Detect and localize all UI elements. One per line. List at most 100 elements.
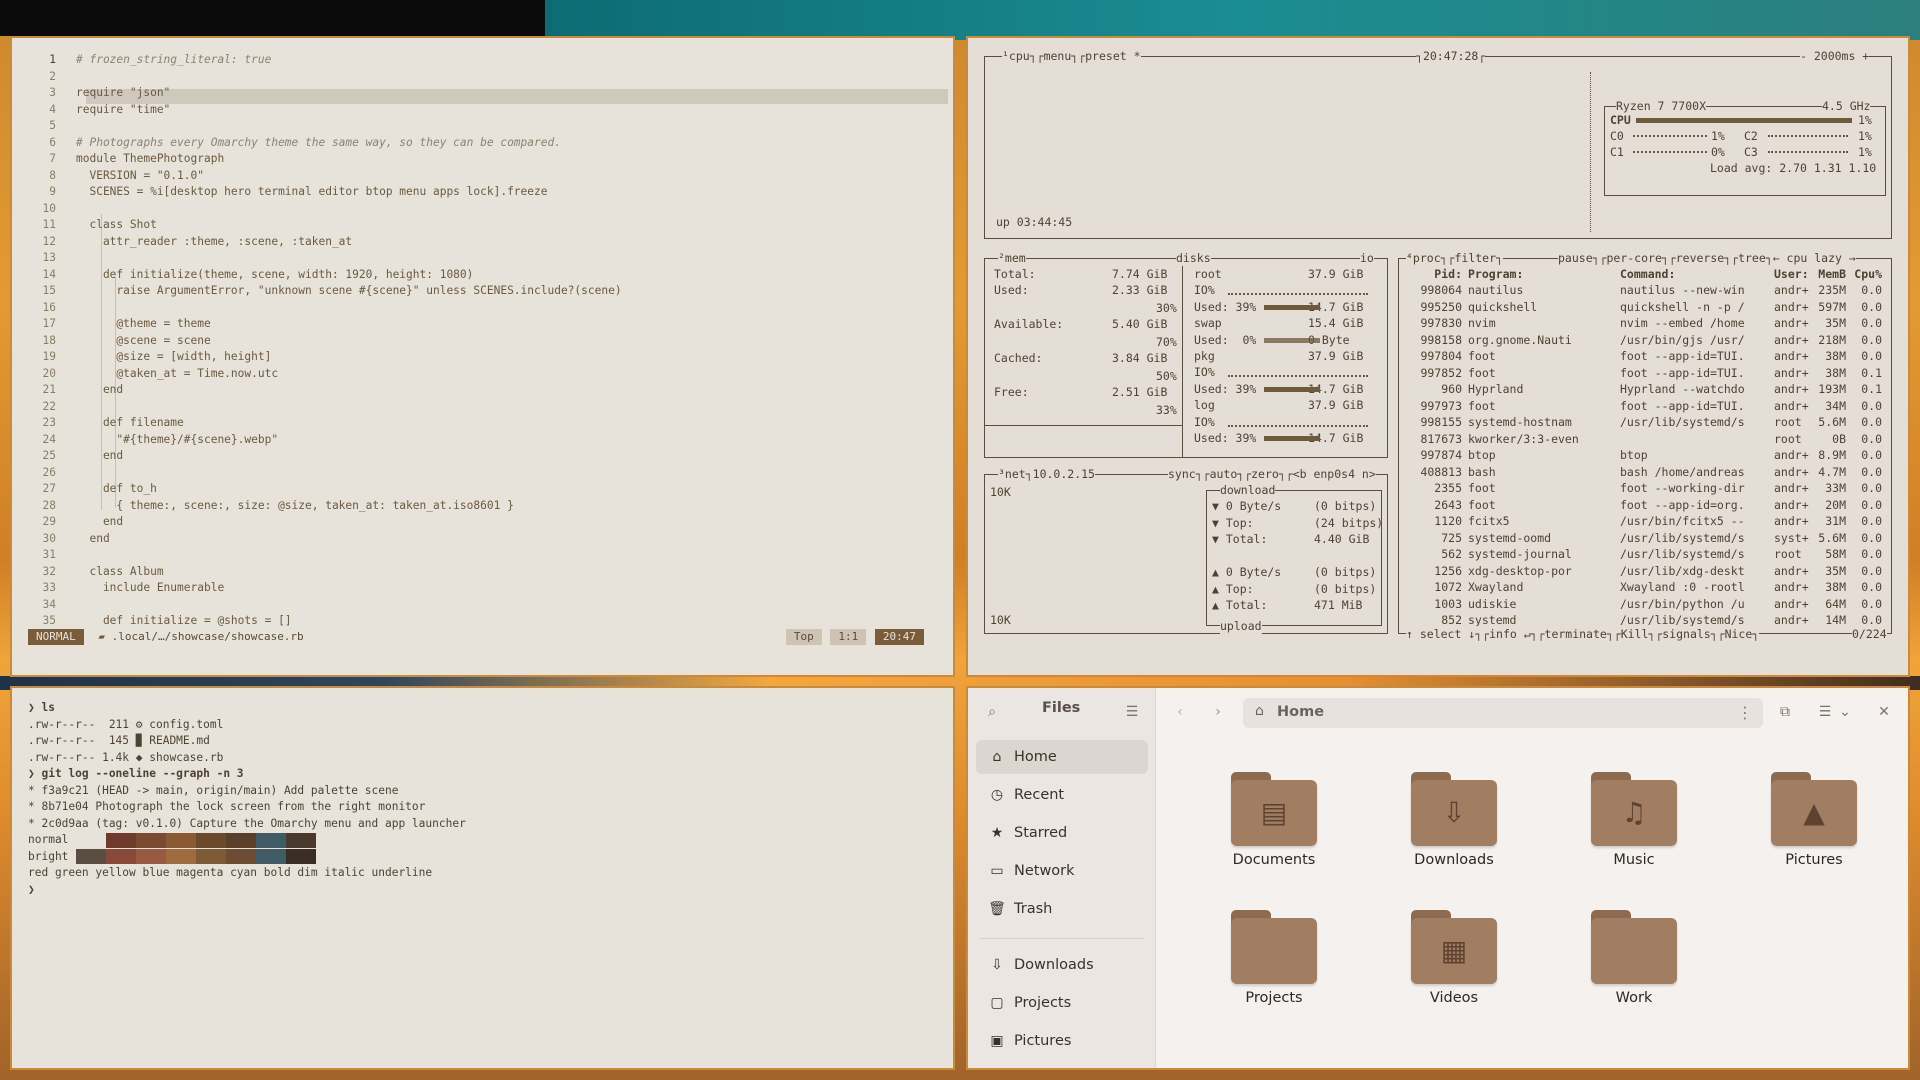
proc-column-header[interactable]: Command: [1620,266,1770,282]
sidebar-item-recent[interactable]: ◷ Recent [976,778,1148,812]
proc-cell: 35M [1825,563,1846,578]
terminal-window[interactable]: ❯ ls .rw-r--r-- 211 ⚙ config.toml .rw-r--r… [10,686,955,1070]
proc-cell[interactable]: 997852 [1414,365,1462,381]
upload-stat-value: (0 bitps) [1314,581,1377,596]
proc-cell[interactable]: 1003 [1414,596,1462,612]
code-text: require "time" [76,102,171,116]
mem-cached-label: Cached: [994,351,1043,365]
proc-cell: 0.0 [1861,514,1882,528]
sidebar-bookmark-downloads[interactable]: ⇩ Downloads [976,948,1148,982]
proc-cell[interactable]: 2355 [1414,480,1462,496]
disk-row-value: 37.9 GiB [1308,267,1364,281]
folder-videos[interactable]: ▦ Videos [1369,890,1539,1010]
proc-footer[interactable]: ↑ select ↓┐┌info ↵┐┌terminate┐┌Kill┐┌sig… [1406,626,1760,642]
proc-cell[interactable]: 998155 [1414,414,1462,430]
line-number: 23 [42,416,56,429]
terminal-line: red green yellow blue magenta cyan bold … [28,865,432,882]
code-line: 9 SCENES = %i[desktop hero terminal edit… [12,184,622,201]
folder-downloads[interactable]: ⇩ Downloads [1369,752,1539,872]
sidebar-item-network[interactable]: ▭ Network [976,854,1148,888]
proc-column-header[interactable]: MemB [1814,266,1846,282]
upload-stat-value: 471 MiB [1314,598,1363,612]
sidebar-item-home[interactable]: ⌂ Home [976,740,1148,774]
sidebar-item-label: Home [1014,749,1057,765]
path-bar[interactable]: ⌂ Home ⋮ [1243,698,1763,728]
sidebar-item-label: Recent [1014,787,1065,803]
code-text: end [76,383,124,396]
folder-documents[interactable]: ▤ Documents [1189,752,1359,872]
line-number: 33 [42,581,56,594]
proc-cell: xdg-desktop-por [1468,563,1572,578]
btop-window[interactable]: ¹cpu┐┌menu┐┌preset * ┐20:47:28┌ - 2000ms… [966,36,1910,677]
io-toggle[interactable]: io [1360,250,1374,266]
menu-icon[interactable]: ☰ [1120,700,1144,724]
proc-cell: andr+ [1774,481,1809,495]
proc-cell[interactable]: 817673 [1414,431,1462,447]
folder-pictures[interactable]: ▲ Pictures [1729,752,1899,872]
editor-window[interactable]: 1 # frozen_string_literal: true 2 3 require … [10,36,955,677]
proc-cell[interactable]: 1072 [1414,579,1462,595]
sidebar-item-starred[interactable]: ★ Starred [976,816,1148,850]
net-title[interactable]: ³net┐10.0.2.15 [998,466,1095,482]
path-menu-icon[interactable]: ⋮ [1737,703,1753,722]
proc-cell: andr+ [1774,283,1809,297]
videos-glyph-icon: ▦ [1440,934,1468,967]
proc-cell[interactable]: 997874 [1414,447,1462,463]
proc-cell: foot [1468,481,1496,495]
proc-cell[interactable]: 1256 [1414,563,1462,579]
proc-cell[interactable]: 998064 [1414,282,1462,298]
disks-title[interactable]: disks [1176,250,1211,266]
update-interval[interactable]: - 2000ms + [1800,48,1870,64]
cpu-title[interactable]: ¹cpu┐┌menu┐┌preset * [1002,48,1141,64]
proc-cell[interactable]: 408813 [1414,464,1462,480]
proc-cell[interactable]: 725 [1414,530,1462,546]
proc-cell[interactable]: 995250 [1414,299,1462,315]
proc-cell[interactable]: 2643 [1414,497,1462,513]
sidebar-bookmark-projects[interactable]: ▢ Projects [976,986,1148,1020]
folder-projects[interactable]: Projects [1189,890,1359,1010]
search-icon[interactable]: ⌕ [980,700,1004,724]
mem-title[interactable]: ²mem [998,250,1026,266]
view-options-chevron-icon[interactable]: ⌄ [1833,700,1857,724]
proc-cell[interactable]: 998158 [1414,332,1462,348]
proc-column-header[interactable]: Cpu% [1852,266,1882,282]
proc-cell[interactable]: 997830 [1414,315,1462,331]
cpu-total-bar [1636,118,1852,123]
folder-work[interactable]: Work [1549,890,1719,1010]
forward-icon[interactable]: › [1206,700,1230,724]
mem-available-value: 5.40 GiB [1112,317,1168,331]
line-number: 7 [49,152,56,165]
proc-cell[interactable]: 997804 [1414,348,1462,364]
sidebar-item-trash[interactable]: 🗑 Trash [976,892,1148,926]
code-text: raise ArgumentError, "unknown scene #{sc… [76,284,622,297]
sidebar-bookmark-pictures[interactable]: ▣ Pictures [976,1024,1148,1058]
core-label: C0 [1610,129,1624,143]
proc-cell: andr+ [1774,316,1809,330]
terminal-line: * f3a9c21 (HEAD -> main, origin/main) Ad… [28,783,398,800]
mem-available-label: Available: [994,317,1064,331]
new-folder-icon[interactable]: ⧉ [1773,700,1797,724]
close-icon[interactable]: ✕ [1872,700,1896,724]
net-controls[interactable]: sync┐┌auto┐┌zero┐┌<b enp0s4 n> [1168,466,1376,482]
folder-music[interactable]: ♫ Music [1549,752,1719,872]
statusline-clock: 20:47 [874,629,924,645]
proc-title[interactable]: ⁴proc┐┌filter┐ [1406,250,1503,266]
proc-cell[interactable]: 960 [1414,381,1462,397]
editor-buffer[interactable]: 1 # frozen_string_literal: true 2 3 require … [12,52,622,630]
proc-cell[interactable]: 562 [1414,546,1462,562]
sidebar-item-label: Projects [1014,995,1072,1011]
proc-column-header[interactable]: Pid: [1414,266,1462,282]
proc-cell[interactable]: 1120 [1414,513,1462,529]
proc-cell[interactable]: 997973 [1414,398,1462,414]
proc-cell: andr+ [1774,596,1809,611]
files-window[interactable]: ⌕ Files ☰ ⌂ Home ◷ Recent ★ Starred ▭ Network 🗑 T… [966,686,1910,1070]
proc-cell: /usr/lib/systemd/s [1620,530,1745,545]
scroll-position: Top [785,629,822,645]
proc-cell: nvim [1468,316,1496,330]
proc-column-header[interactable]: User: [1774,266,1814,282]
back-icon[interactable]: ‹ [1168,700,1192,724]
load-average: Load avg: 2.70 1.31 1.10 [1710,161,1877,175]
proc-column-header[interactable]: Program: [1468,266,1618,282]
proc-controls[interactable]: pause┐┌per-core┐┌reverse┐┌tree┐← cpu laz… [1558,250,1856,266]
proc-cell: andr+ [1774,464,1809,479]
